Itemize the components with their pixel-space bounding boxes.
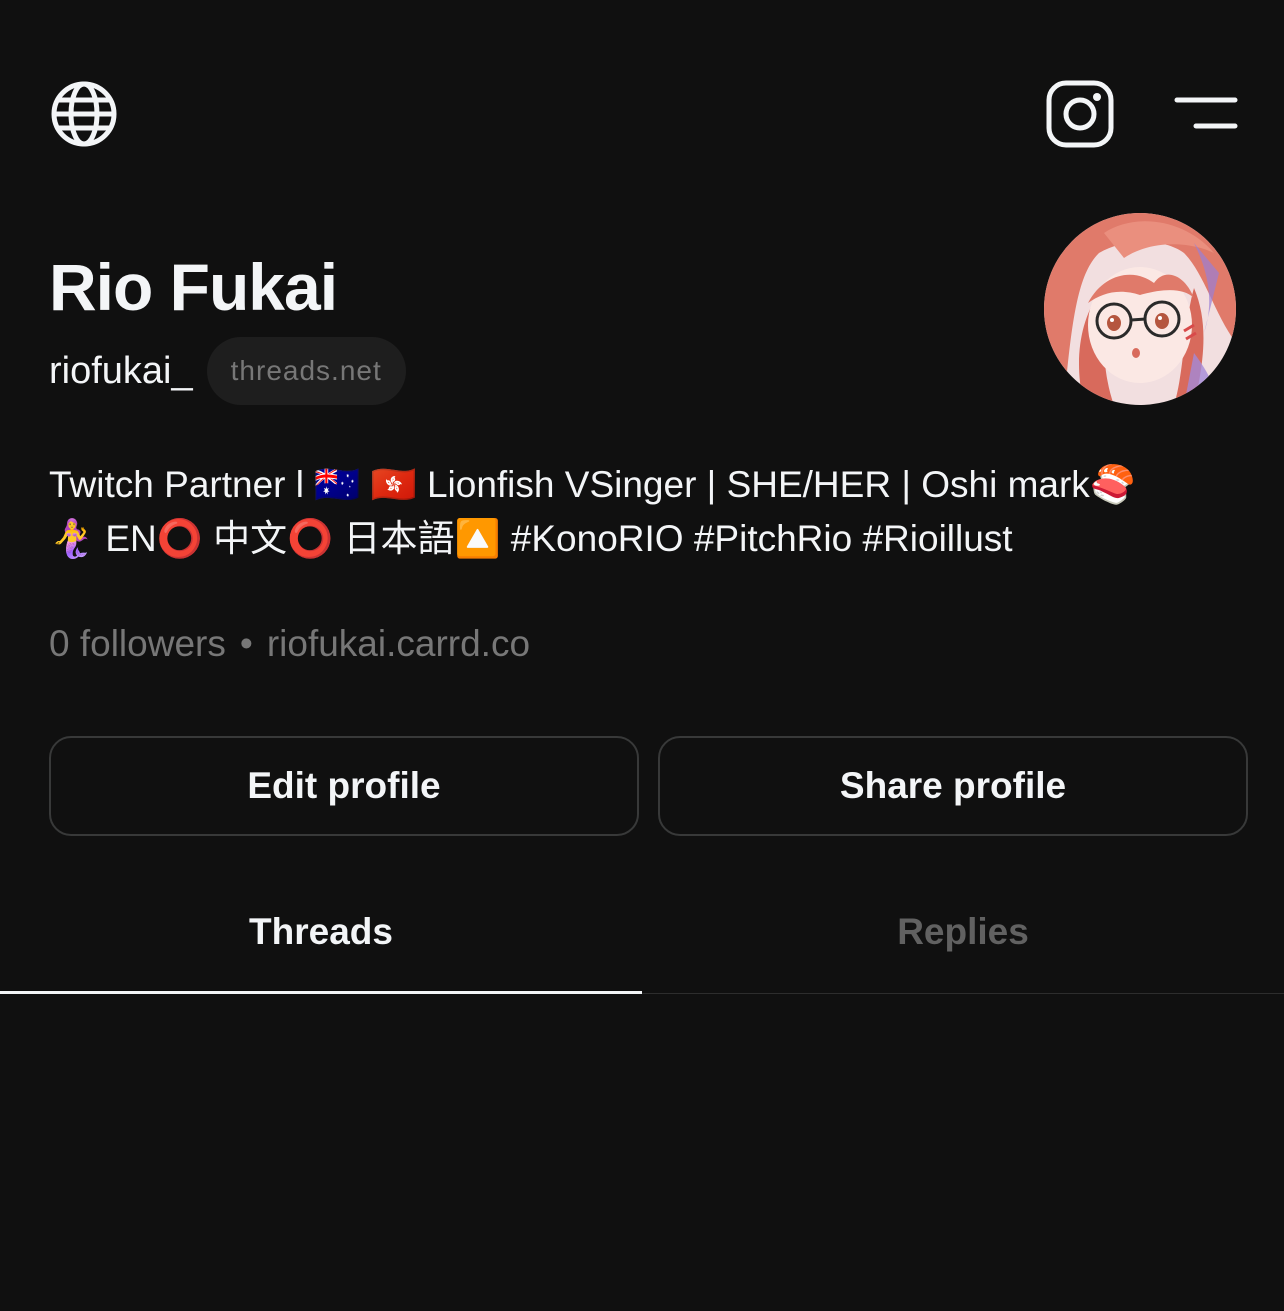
bio-line-1: Twitch Partner l 🇦🇺 🇭🇰 Lionfish VSinger … [49,464,1136,505]
share-profile-button[interactable]: Share profile [658,736,1248,836]
edit-profile-button[interactable]: Edit profile [49,736,639,836]
handle-row: riofukai_ threads.net [49,337,406,405]
instagram-icon[interactable] [1046,80,1114,148]
profile-tabs: Threads Replies [0,870,1284,994]
threads-domain-badge[interactable]: threads.net [206,337,406,405]
profile-link[interactable]: riofukai.carrd.co [267,623,530,664]
profile-username: riofukai_ [49,349,193,392]
profile-bio: Twitch Partner l 🇦🇺 🇭🇰 Lionfish VSinger … [49,458,1239,566]
avatar[interactable] [1044,213,1236,405]
menu-icon[interactable] [1174,96,1238,132]
meta-separator: • [239,623,253,664]
avatar-illustration [1044,213,1236,405]
bio-line-2: 🧜‍♀️ EN⭕ 中文⭕ 日本語🔼 #KonoRIO #PitchRio #Ri… [49,518,1013,559]
globe-icon[interactable] [50,80,118,148]
profile-meta: 0 followers • riofukai.carrd.co [49,618,530,670]
profile-display-name: Rio Fukai [49,250,338,324]
tab-replies[interactable]: Replies [642,870,1284,993]
tab-threads[interactable]: Threads [0,870,642,994]
followers-count[interactable]: 0 followers [49,623,226,664]
